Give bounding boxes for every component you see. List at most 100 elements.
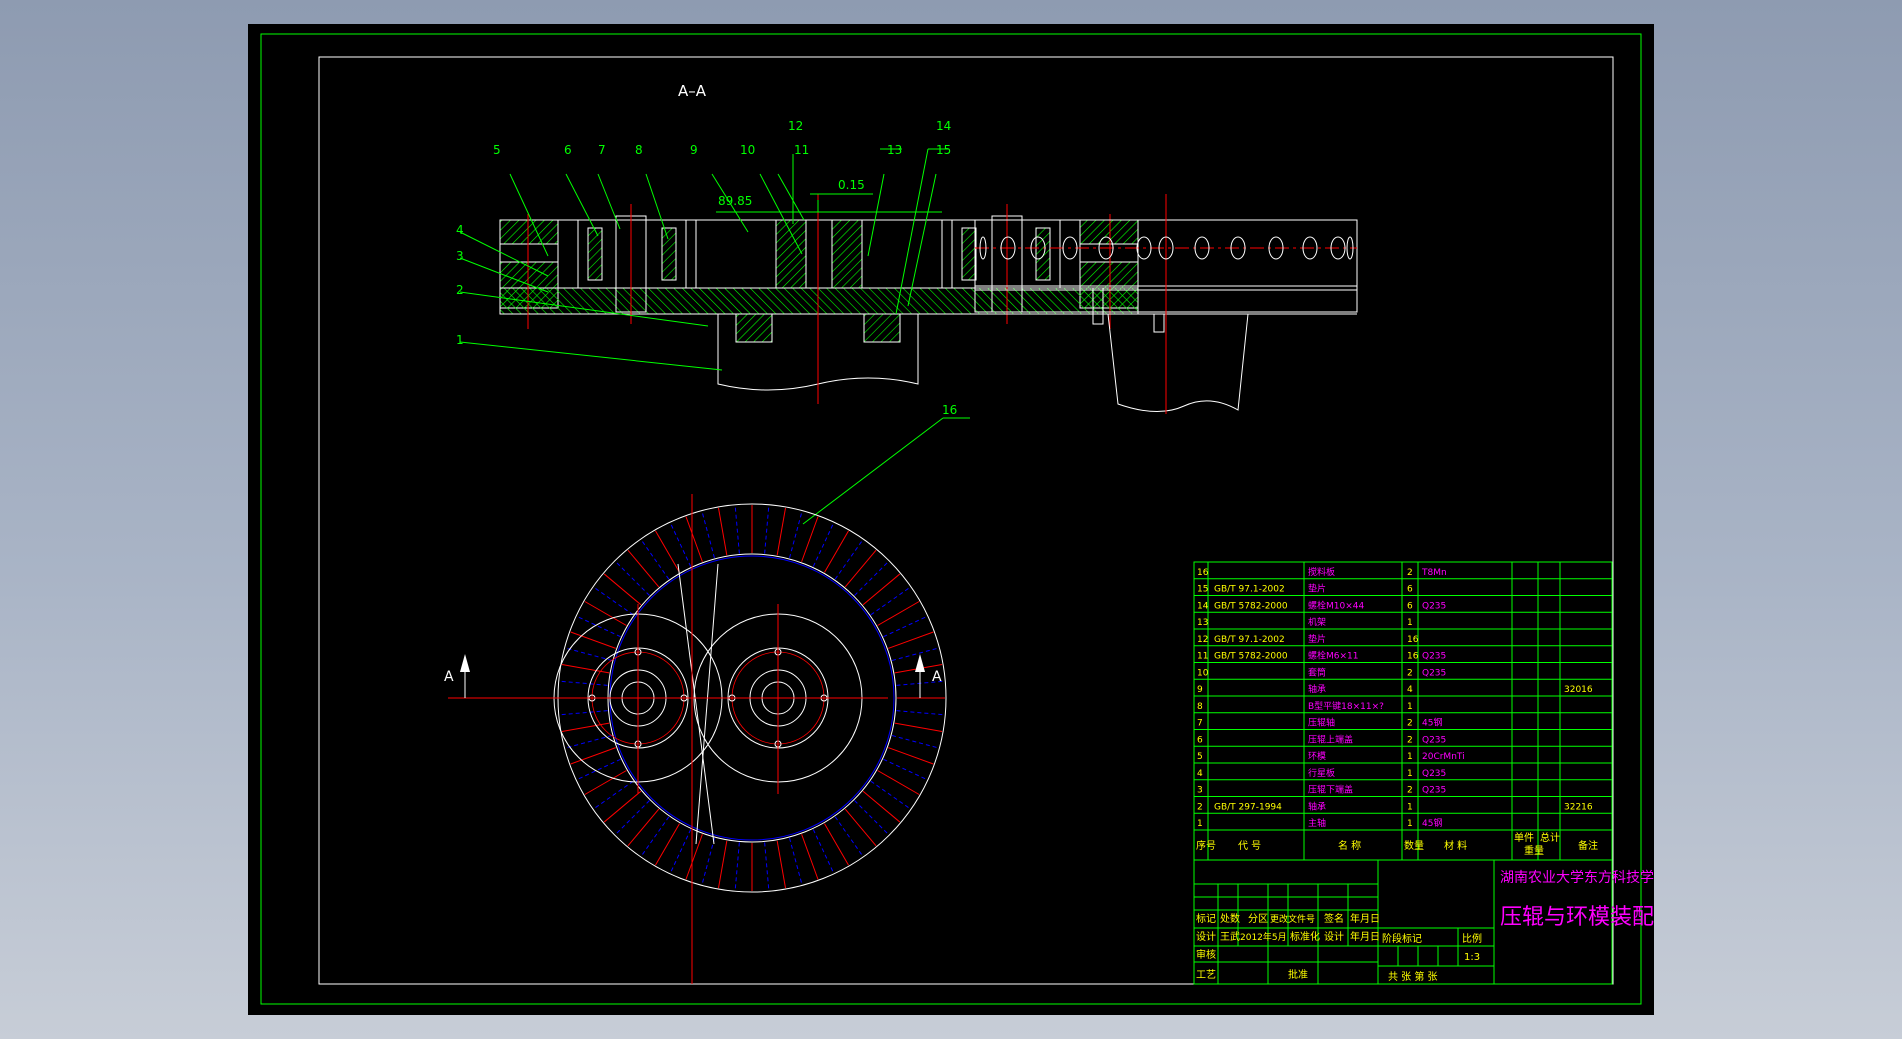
ring-mold-hole [627,808,660,847]
balloon-16: 16 [942,403,957,417]
cad-viewport[interactable]: A–A 89.85 0.15 A A 1 2 3 4 5 6 7 8 9 10 … [0,0,1902,1039]
ring-mold-hole [801,834,819,880]
bom-material: Q235 [1422,668,1446,678]
bom-qty: 16 [1407,635,1419,645]
tb-scale-label: 比例 [1462,932,1482,945]
ring-mold-hole [844,549,877,588]
bom-material: 45钢 [1422,717,1442,729]
cut-marker-right: A [932,669,942,685]
tb-sheet-info: 共 张 第 张 [1388,970,1438,983]
bom-no: 1 [1197,819,1203,829]
tb-row1-3: 更改文件号 [1270,913,1315,925]
bom-header-no: 序号 [1196,839,1216,852]
bom-name: 套筒 [1308,666,1326,678]
ring-mold-hole [888,631,934,649]
ring-mold-hole [854,561,889,596]
ring-mold-hole [559,710,608,716]
bom-material: Q235 [1422,652,1446,662]
bom-name: 垫片 [1308,633,1326,645]
bom-qty: 6 [1407,585,1413,595]
balloon-9: 9 [690,143,698,157]
bom-code: GB/T 5782-2000 [1214,601,1288,611]
bom-qty: 6 [1407,601,1413,611]
bom-header-weight: 重量 [1524,844,1544,857]
tb-row2-5: 年月日 [1350,930,1380,943]
bom-text: 16 搅料板 2 T8Mn15 GB/T 97.1-2002 垫片 614 GB/T 5782… [1197,566,1593,829]
tb-row1-0: 标记 [1196,913,1216,925]
ring-mold-hole [717,507,728,556]
bom-name: 垫片 [1308,583,1326,595]
ring-mold-hole [764,842,770,891]
bom-qty: 2 [1407,719,1413,729]
bom-material: Q235 [1422,735,1446,745]
tb-row1-5: 年月日 [1350,912,1380,925]
tb-school: 湖南农业大学东方科技学院 [1500,870,1654,886]
bom-no: 13 [1197,618,1208,628]
bom-no: 4 [1197,769,1203,779]
tb-stage-mark: 阶段标记 [1382,932,1422,945]
bom-qty: 1 [1407,802,1413,812]
tb-row1-4: 签名 [1324,912,1344,925]
bom-no: 7 [1197,719,1203,729]
outer-border [260,33,1642,1005]
bom-name: 压辊上端盖 [1308,733,1353,745]
bom-qty: 1 [1407,819,1413,829]
bom-name: 轴承 [1308,683,1326,695]
section-label: A–A [678,82,707,100]
bom-material: 20CrMnTi [1422,752,1465,762]
ring-mold-hole [764,505,770,554]
bom-name: 轴承 [1308,800,1326,812]
ring-mold-hole [559,680,608,686]
ring-mold-hole [891,735,939,749]
bom-header-qty: 数量 [1404,839,1424,852]
ring-mold-hole [776,840,787,889]
ring-mold-hole [789,511,803,559]
bom-name: 螺栓M6×11 [1308,650,1359,662]
bom-header-total: 总计 [1540,831,1560,844]
bom-header-code: 代 号 [1238,840,1261,852]
ring-mold-hole [862,573,901,606]
ring-mold-hole [565,735,613,749]
ring-mold-hole [685,834,703,880]
bom-name: 压辊下端盖 [1308,784,1353,796]
ring-mold-hole [883,758,928,781]
bom-qty: 2 [1407,735,1413,745]
bom-name: 螺栓M10×44 [1308,599,1364,611]
bom-no: 16 [1197,568,1209,578]
tb-row2-0: 设计 [1196,930,1216,943]
tb-drawing-title: 压辊与环模装配图 [1500,905,1654,930]
dim-center-distance: 89.85 [718,194,752,208]
ring-mold-hole [603,790,642,823]
ring-mold-hole [776,507,787,556]
balloon-15: 15 [936,143,951,157]
ring-mold-hole [734,505,740,554]
bom-material: Q235 [1422,786,1446,796]
dim-clearance: 0.15 [838,178,865,192]
balloon-2: 2 [456,283,464,297]
assembly-drawing: A–A 89.85 0.15 A A 1 2 3 4 5 6 7 8 9 10 … [260,33,1676,1005]
ring-mold-hole [854,800,889,835]
bom-no: 11 [1197,652,1208,662]
balloon-7: 7 [598,143,606,157]
drawing-sheet[interactable]: A–A 89.85 0.15 A A 1 2 3 4 5 6 7 8 9 10 … [248,24,1676,1015]
tb-row2-3: 标准化 [1290,930,1320,943]
bom-name: 压辊轴 [1308,717,1335,729]
ring-mold-hole [883,615,928,638]
ring-mold-hole [669,522,692,567]
ring-mold-hole [789,837,803,885]
bom-no: 8 [1197,702,1203,712]
bom-no: 15 [1197,585,1208,595]
tb-row1-1: 处数 [1220,912,1240,925]
bom-code: GB/T 97.1-2002 [1214,635,1285,645]
bom-qty: 2 [1407,568,1413,578]
bom-name: 搅料板 [1308,566,1335,578]
bom-no: 3 [1197,786,1203,796]
balloon-3: 3 [456,249,464,263]
ring-mold-hole [812,522,835,567]
bom-code: GB/T 297-1994 [1214,802,1282,812]
ring-mold-hole [701,837,715,885]
ring-mold-hole [862,790,901,823]
bom-qty: 4 [1407,685,1413,695]
bom-no: 12 [1197,635,1208,645]
bom-name: 机架 [1308,616,1326,628]
